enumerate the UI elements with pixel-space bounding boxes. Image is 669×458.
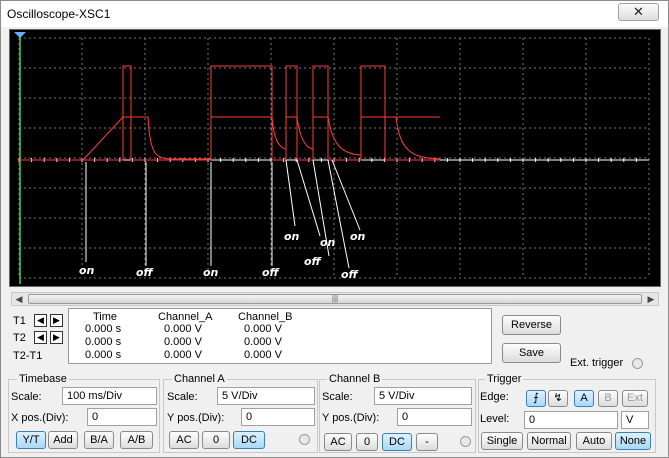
oscilloscope-window: Oscilloscope-XSC1 ✕ on off on off on off on off… [0,0,669,458]
scroll-right-icon[interactable]: ▶ [645,293,657,305]
channel-b-invert-button[interactable]: - [416,433,438,451]
x-pos-label: X pos.(Div): [11,412,69,424]
marker-label-on: on [350,230,366,243]
channel-a-zero-button[interactable]: 0 [202,431,230,449]
channel-a-ypos-input[interactable]: 0 [241,408,315,426]
channel-a-scale-label: Scale: [167,391,198,403]
scroll-left-icon[interactable]: ◀ [13,293,25,305]
timebase-title: Timebase [17,373,69,385]
channel-b-dc-button[interactable]: DC [382,433,412,451]
channel-b-ac-button[interactable]: AC [324,433,352,451]
marker-label-off: off [136,266,155,279]
channel-a-dc-button[interactable]: DC [233,431,265,449]
trigger-title: Trigger [485,373,524,385]
scope-canvas: on off on offonoffonoffon [14,32,650,284]
trigger-auto-button[interactable]: Auto [576,432,612,450]
rising-edge-button[interactable]: ⨍ [526,390,546,407]
trigger-level-label: Level: [480,413,510,425]
channel-b-ypos-input[interactable]: 0 [397,408,472,426]
annotation-line [331,159,361,231]
timebase-scale-label: Scale: [11,391,42,403]
channel-a-ac-button[interactable]: AC [169,431,199,449]
channel-b-terminal[interactable] [460,436,471,447]
channel-a-terminal[interactable] [299,434,310,445]
marker-label-on: on [284,230,300,243]
mode-ba-button[interactable]: B/A [84,431,114,449]
falling-edge-icon: ↯ [553,392,563,404]
ext-trigger-label: Ext. trigger [570,357,624,369]
t1-time: 0.000 s [85,323,122,335]
marker-label-on: on [79,264,95,277]
mode-add-button[interactable]: Add [48,431,78,449]
scrollbar-thumb[interactable]: ||| [28,294,642,304]
t2-label: T2 [13,332,26,344]
t2-right-arrow-icon[interactable]: ▶ [50,331,63,344]
trigger-none-button[interactable]: None [615,432,651,450]
marker-label-off: off [262,266,281,279]
t2-time: 0.000 s [85,336,122,348]
timebase-scale-input[interactable]: 100 ms/Div [62,387,157,405]
t1-left-arrow-icon[interactable]: ◀ [34,314,47,327]
marker-label-on: on [203,266,219,279]
channel-b-title: Channel B [327,373,383,385]
close-icon: ✕ [633,4,644,19]
t2-channel-a: 0.000 V [164,336,202,348]
t1-label: T1 [13,315,26,327]
channel-a-ypos-label: Y pos.(Div): [167,412,225,424]
header-channel-b: Channel_B [238,311,293,323]
t1-channel-a: 0.000 V [164,323,202,335]
window-title: Oscilloscope-XSC1 [7,7,111,21]
t2-channel-b: 0.000 V [244,336,282,348]
save-button[interactable]: Save [502,343,561,363]
x-pos-input[interactable]: 0 [87,408,157,426]
trigger-source-ext-button[interactable]: Ext [622,390,648,407]
trigger-level-unit[interactable]: V [621,411,649,429]
close-button[interactable]: ✕ [618,3,659,21]
t2-t1-time: 0.000 s [85,349,122,361]
trigger-normal-button[interactable]: Normal [527,432,571,450]
channel-b-scale-input[interactable]: 5 V/Div [374,387,472,405]
ext-trigger-terminal[interactable] [632,358,643,369]
channel-a-scale-input[interactable]: 5 V/Div [217,387,315,405]
channel-b-zero-button[interactable]: 0 [356,433,378,451]
cursor-t1-marker [14,32,26,38]
trigger-level-input[interactable]: 0 [524,411,618,429]
t2-t1-label: T2-T1 [13,350,43,362]
cursor-readout: Time Channel_A Channel_B 0.000 s 0.000 V… [68,308,492,364]
trigger-source-b-button[interactable]: B [598,390,618,407]
scope-display: on off on off on off on off on [9,29,661,287]
annotation-line [285,159,296,227]
channel-a-title: Channel A [172,373,227,385]
trigger-edge-label: Edge: [480,391,509,403]
trigger-source-a-button[interactable]: A [574,390,594,407]
marker-label-off: off [341,268,360,281]
trigger-single-button[interactable]: Single [481,432,523,450]
mode-yt-button[interactable]: Y/T [16,431,46,449]
mode-ab-button[interactable]: A/B [120,431,153,449]
title-bar: Oscilloscope-XSC1 ✕ [1,1,668,27]
annotation-line [296,159,321,237]
t1-channel-b: 0.000 V [244,323,282,335]
reverse-button[interactable]: Reverse [502,315,561,335]
t2-t1-channel-a: 0.000 V [164,349,202,361]
t2-left-arrow-icon[interactable]: ◀ [34,331,47,344]
header-time: Time [93,311,118,323]
horizontal-scrollbar[interactable]: ◀ ||| ▶ [11,292,659,306]
channel-b-ypos-label: Y pos.(Div): [322,412,380,424]
marker-label-on: on [320,236,336,249]
t2-t1-channel-b: 0.000 V [244,349,282,361]
header-channel-a: Channel_A [158,311,213,323]
channel-b-scale-label: Scale: [322,391,353,403]
marker-label-off: off [304,255,323,268]
falling-edge-button[interactable]: ↯ [548,390,568,407]
rising-edge-icon: ⨍ [533,392,539,404]
t1-right-arrow-icon[interactable]: ▶ [50,314,63,327]
